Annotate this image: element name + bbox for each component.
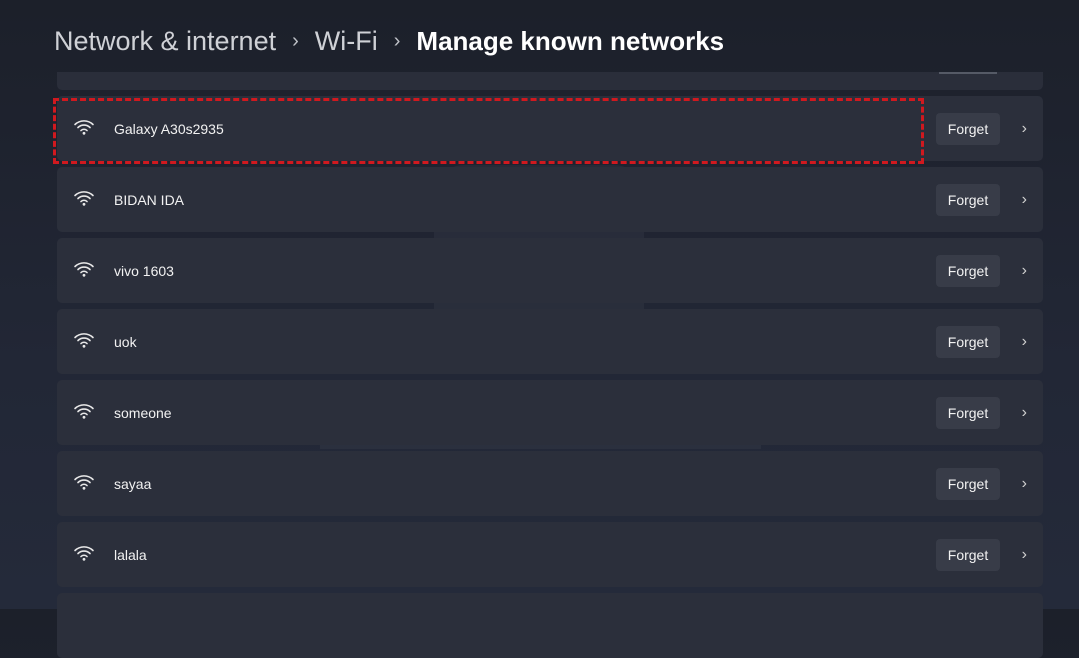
network-name: BIDAN IDA (114, 191, 185, 208)
network-row[interactable]: someone Forget › (57, 380, 1043, 445)
forget-button[interactable]: Forget (936, 467, 1000, 500)
wifi-icon (73, 402, 95, 420)
network-name: someone (114, 404, 172, 421)
list-item-partial[interactable] (57, 72, 1043, 90)
wifi-icon (73, 260, 95, 278)
network-row[interactable]: BIDAN IDA Forget › (57, 167, 1043, 232)
wifi-icon (73, 544, 95, 562)
wifi-icon (73, 331, 95, 349)
breadcrumb-wifi[interactable]: Wi-Fi (315, 26, 378, 57)
network-name: uok (114, 333, 137, 350)
wifi-icon (73, 118, 95, 136)
forget-button[interactable]: Forget (936, 396, 1000, 429)
chevron-right-icon[interactable]: › (1022, 191, 1027, 209)
chevron-right-icon[interactable]: › (1022, 404, 1027, 422)
forget-button[interactable]: Forget (936, 325, 1000, 358)
wifi-icon (73, 189, 95, 207)
network-name: vivo 1603 (114, 262, 174, 279)
network-row[interactable]: lalala Forget › (57, 522, 1043, 587)
page-title: Manage known networks (416, 26, 725, 56)
network-name: lalala (114, 546, 147, 563)
chevron-right-icon[interactable]: › (1022, 262, 1027, 280)
forget-button[interactable]: Forget (936, 183, 1000, 216)
network-row[interactable]: sayaa Forget › (57, 451, 1043, 516)
network-name: sayaa (114, 475, 152, 492)
network-row[interactable]: Galaxy A30s2935 Forget › (57, 96, 1043, 161)
breadcrumb: Network & internet › Wi-Fi › Manage know… (54, 26, 724, 57)
chevron-right-icon: › (393, 30, 401, 52)
chevron-right-icon[interactable]: › (1022, 120, 1027, 138)
chevron-right-icon[interactable]: › (1022, 333, 1027, 351)
network-row-partial[interactable] (57, 593, 1043, 658)
wifi-icon (73, 473, 95, 491)
forget-button[interactable]: Forget (936, 254, 1000, 287)
breadcrumb-network-internet[interactable]: Network & internet (54, 26, 276, 57)
network-row[interactable]: vivo 1603 Forget › (57, 238, 1043, 303)
chevron-right-icon[interactable]: › (1022, 475, 1027, 493)
chevron-right-icon: › (292, 30, 299, 52)
network-row[interactable]: uok Forget › (57, 309, 1043, 374)
forget-button[interactable]: Forget (936, 112, 1000, 145)
network-name: Galaxy A30s2935 (114, 120, 224, 137)
forget-button[interactable]: Forget (936, 538, 1000, 571)
chevron-right-icon[interactable]: › (1022, 546, 1027, 564)
